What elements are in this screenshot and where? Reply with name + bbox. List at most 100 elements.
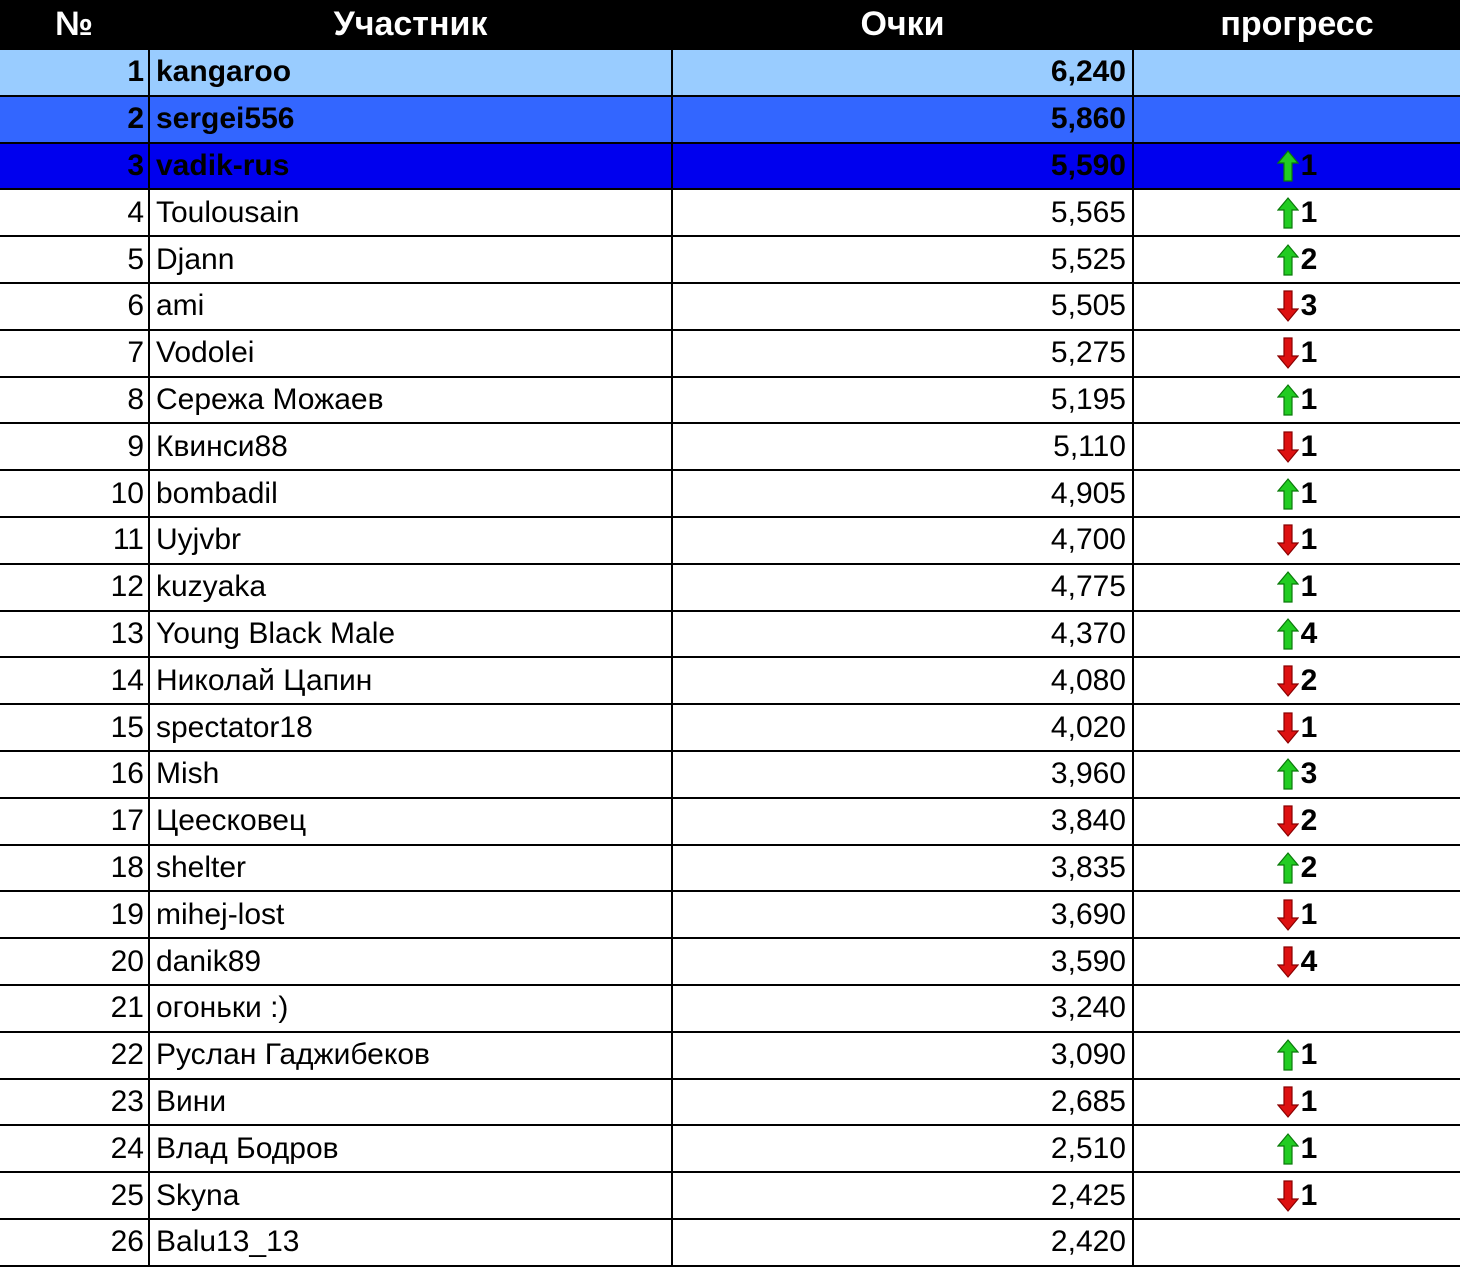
- progress-cell: 4: [1134, 939, 1460, 986]
- rank-cell: 17: [0, 798, 150, 846]
- arrow-down-icon: [1276, 805, 1299, 838]
- participant-name: spectator18: [150, 705, 673, 752]
- participant-name: bombadil: [150, 471, 673, 518]
- participant-name: mihej-lost: [150, 892, 673, 940]
- progress-cell: [1134, 986, 1460, 1033]
- points-cell: 2,685: [673, 1079, 1134, 1127]
- arrow-up-icon: [1276, 758, 1299, 790]
- points-cell: 4,905: [673, 471, 1134, 518]
- rank-cell: 25: [0, 1173, 150, 1220]
- points-cell: 5,505: [673, 283, 1134, 331]
- points-cell: 3,960: [673, 751, 1134, 799]
- participant-name: Mish: [150, 751, 673, 799]
- arrow-down-icon: [1276, 711, 1299, 744]
- progress-cell: 1: [1134, 1173, 1460, 1220]
- progress-delta: 1: [1300, 148, 1318, 182]
- progress-delta: 1: [1300, 195, 1318, 229]
- arrow-up-icon: [1276, 1039, 1299, 1071]
- progress-delta: 4: [1300, 944, 1318, 978]
- progress-cell: 4: [1134, 612, 1460, 659]
- rank-cell: 20: [0, 939, 150, 986]
- rank-cell: 24: [0, 1126, 150, 1174]
- progress-delta: 2: [1300, 804, 1318, 838]
- points-cell: 4,020: [673, 705, 1134, 752]
- arrow-up-icon: [1276, 477, 1299, 510]
- progress-cell: 1: [1134, 331, 1460, 378]
- arrow-up-icon: [1276, 852, 1299, 884]
- participant-name: Skyna: [150, 1173, 673, 1220]
- standings-table: № Участник Очки прогресс 1 kangaroo 6,240 2…: [0, 0, 1460, 1267]
- points-cell: 5,860: [673, 96, 1134, 144]
- points-cell: 5,565: [673, 190, 1134, 238]
- header-progress: прогресс: [1134, 0, 1460, 50]
- participant-name: Toulousain: [150, 190, 673, 238]
- points-cell: 3,090: [673, 1032, 1134, 1080]
- participant-name: Djann: [150, 237, 673, 284]
- arrow-down-icon: [1276, 337, 1299, 370]
- progress-cell: 2: [1134, 237, 1460, 284]
- participant-name: Vodolei: [150, 330, 673, 378]
- participant-name: ami: [150, 283, 673, 331]
- rank-cell: 10: [0, 471, 150, 518]
- rank-cell: 4: [0, 190, 150, 238]
- participant-name: Сережа Можаев: [150, 377, 673, 425]
- rank-cell: 7: [0, 330, 150, 378]
- points-cell: 3,835: [673, 845, 1134, 893]
- progress-cell: 2: [1134, 658, 1460, 706]
- participant-name: огоньки :): [150, 985, 673, 1033]
- progress-cell: 2: [1134, 846, 1460, 893]
- arrow-down-icon: [1276, 665, 1299, 697]
- arrow-up-icon: [1276, 196, 1299, 229]
- progress-cell: 1: [1134, 705, 1460, 752]
- rank-cell: 18: [0, 845, 150, 893]
- progress-delta: 1: [1300, 523, 1318, 557]
- arrow-up-icon: [1276, 150, 1299, 182]
- rank-cell: 11: [0, 517, 150, 565]
- header-points: Очки: [673, 0, 1134, 50]
- points-cell: 2,510: [673, 1126, 1134, 1174]
- rank-cell: 1: [0, 50, 150, 97]
- progress-delta: 1: [1300, 336, 1318, 370]
- rank-cell: 5: [0, 237, 150, 284]
- arrow-up-icon: [1276, 243, 1299, 276]
- progress-cell: 1: [1134, 143, 1460, 191]
- points-cell: 3,840: [673, 798, 1134, 846]
- rank-cell: 12: [0, 564, 150, 612]
- progress-delta: 4: [1300, 616, 1318, 650]
- rank-cell: 26: [0, 1219, 150, 1267]
- arrow-up-icon: [1276, 384, 1299, 416]
- arrow-up-icon: [1276, 618, 1299, 650]
- progress-delta: 1: [1300, 429, 1318, 463]
- participant-name: Квинси88: [150, 424, 673, 472]
- progress-delta: 2: [1300, 663, 1318, 697]
- progress-cell: 1: [1134, 190, 1460, 238]
- progress-delta: 1: [1300, 1038, 1318, 1072]
- participant-name: danik89: [150, 939, 673, 986]
- progress-delta: 3: [1300, 289, 1318, 323]
- progress-cell: 1: [1134, 471, 1460, 518]
- rank-cell: 14: [0, 658, 150, 706]
- progress-delta: 1: [1300, 1084, 1318, 1118]
- progress-delta: 1: [1300, 476, 1318, 510]
- points-cell: 3,590: [673, 939, 1134, 986]
- points-cell: 4,700: [673, 517, 1134, 565]
- participant-name: vadik-rus: [150, 143, 673, 191]
- points-cell: 6,240: [673, 50, 1134, 97]
- participant-name: Цеесковец: [150, 798, 673, 846]
- points-cell: 5,590: [673, 143, 1134, 191]
- points-cell: 5,525: [673, 237, 1134, 284]
- arrow-down-icon: [1276, 1179, 1299, 1212]
- points-cell: 3,240: [673, 985, 1134, 1033]
- arrow-down-icon: [1276, 290, 1299, 323]
- progress-cell: 3: [1134, 752, 1460, 799]
- participant-name: Balu13_13: [150, 1219, 673, 1267]
- progress-delta: 3: [1300, 757, 1318, 791]
- rank-cell: 19: [0, 892, 150, 940]
- rank-cell: 3: [0, 143, 150, 191]
- progress-cell: [1134, 1220, 1460, 1267]
- progress-cell: 1: [1134, 424, 1460, 472]
- arrow-down-icon: [1276, 431, 1299, 463]
- points-cell: 5,110: [673, 424, 1134, 472]
- points-cell: 4,370: [673, 611, 1134, 659]
- points-cell: 5,275: [673, 330, 1134, 378]
